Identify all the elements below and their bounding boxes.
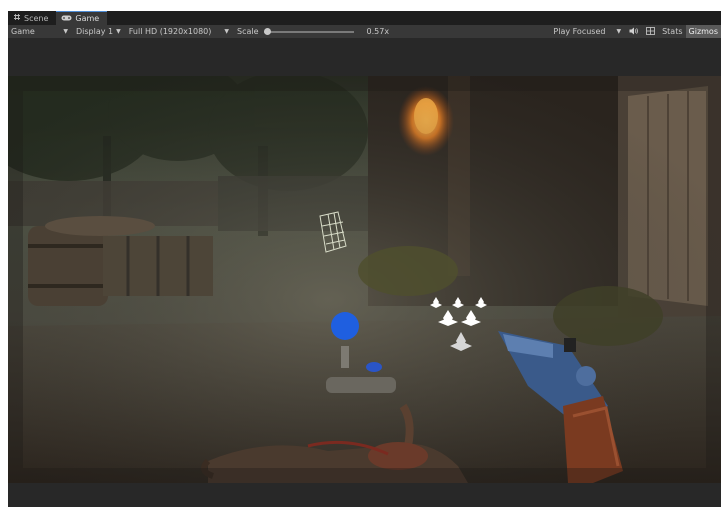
blue-sphere-marker	[331, 312, 359, 340]
play-mode-label: Play Focused	[553, 27, 606, 36]
viewport-letterbox-bottom	[8, 483, 721, 507]
game-view-window: Scene Game Game ▼ Display 1 ▼ Full HD (1…	[8, 11, 721, 507]
mute-audio-button[interactable]	[625, 25, 642, 38]
marker-base-plate	[326, 377, 396, 393]
stats-grid-icon	[646, 26, 655, 37]
scale-slider-handle[interactable]	[263, 27, 271, 35]
view-dropdown-label: Game	[11, 27, 35, 36]
scale-label: Scale	[237, 27, 259, 36]
chevron-down-icon: ▼	[616, 28, 622, 35]
scene-grid-icon	[13, 13, 21, 23]
game-render	[8, 76, 721, 483]
gizmos-label: Gizmos	[688, 27, 718, 36]
tab-scene[interactable]: Scene	[8, 11, 56, 25]
marker-stand	[341, 346, 349, 368]
stats-grid-button[interactable]	[642, 25, 659, 38]
speaker-icon	[629, 27, 638, 37]
chevron-down-icon: ▼	[63, 28, 68, 35]
resolution-dropdown-label: Full HD (1920x1080)	[128, 27, 212, 36]
scale-slider[interactable]	[263, 27, 354, 35]
gizmos-button[interactable]: Gizmos	[685, 25, 721, 38]
resolution-dropdown[interactable]: Full HD (1920x1080) ▼	[125, 25, 233, 38]
play-mode-dropdown[interactable]: Play Focused ▼	[549, 25, 625, 38]
chevron-down-icon: ▼	[224, 28, 230, 35]
tab-bar: Scene Game	[8, 11, 721, 25]
stats-label: Stats	[662, 27, 683, 36]
tab-game[interactable]: Game	[56, 11, 108, 25]
scale-control: Scale 0.57x	[233, 25, 393, 38]
display-dropdown[interactable]: Display 1 ▼	[72, 25, 125, 38]
display-dropdown-label: Display 1	[76, 27, 114, 36]
tab-scene-label: Scene	[24, 13, 49, 23]
game-viewport[interactable]	[8, 76, 721, 483]
game-toolbar: Game ▼ Display 1 ▼ Full HD (1920x1080) ▼…	[8, 25, 721, 38]
scale-value: 0.57x	[366, 27, 390, 36]
stats-button[interactable]: Stats	[659, 25, 685, 38]
chevron-down-icon: ▼	[116, 28, 121, 35]
tab-game-label: Game	[75, 14, 100, 23]
small-blue-marker	[366, 362, 382, 372]
gamepad-icon	[61, 14, 72, 24]
view-dropdown[interactable]: Game ▼	[8, 25, 72, 38]
